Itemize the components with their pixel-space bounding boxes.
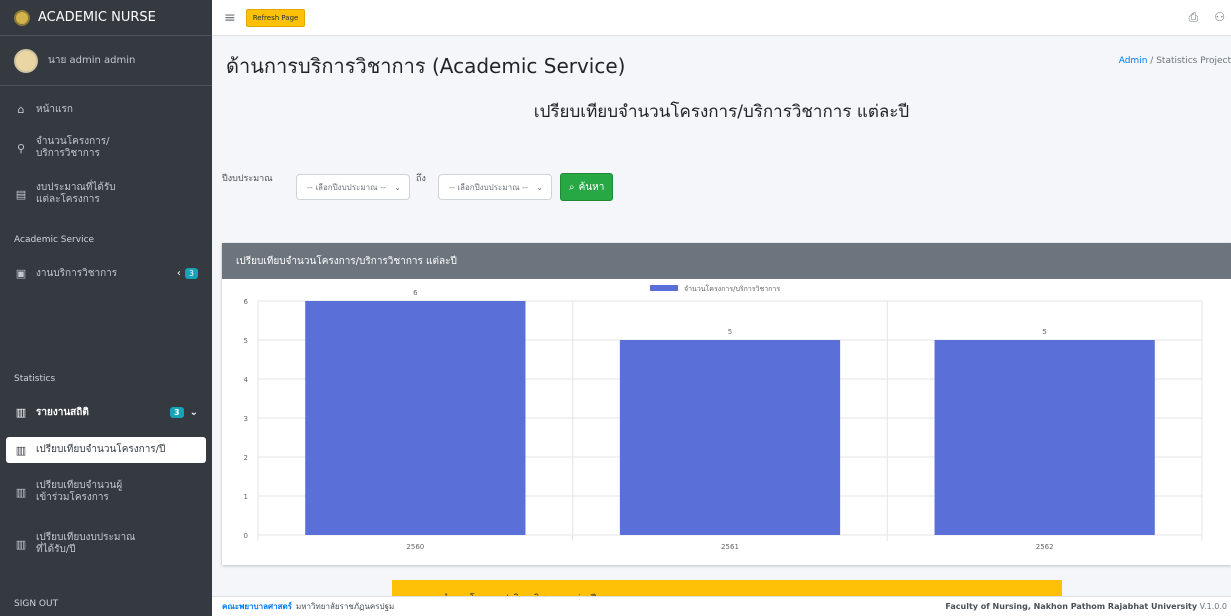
search-button[interactable]: ⌕ ค้นหา: [560, 173, 614, 201]
chart-card-header: เปรียบเทียบจำนวนโครงการ/บริการวิชาการ แต…: [222, 243, 1231, 279]
legend-swatch: [650, 285, 678, 291]
nav-header-service: Academic Service: [14, 235, 95, 245]
home-icon: ⌂: [17, 103, 25, 116]
breadcrumb-home-link[interactable]: Admin: [1119, 56, 1148, 66]
data-label: 6: [413, 289, 418, 297]
sidebar-item-label: หน้าแรก: [36, 103, 73, 115]
user-icon[interactable]: ⚇: [1214, 10, 1225, 25]
y-tick-label: 3: [244, 415, 248, 423]
sidebar-item-label: จำนวนโครงการ/บริการวิชาการ: [36, 136, 110, 159]
sidebar-item-stats[interactable]: ▥ รายงานสถิติ 3 ⌄: [0, 406, 212, 419]
nav-header-stats: Statistics: [14, 374, 56, 384]
top-navbar: ≡ Refresh Page ⎙ ⚇: [212, 0, 1231, 36]
to-year-value: -- เลือกปีงบประมาณ --: [449, 182, 528, 192]
chevron-down-icon: ⌄: [536, 183, 543, 192]
chart-area-icon: ▥: [15, 406, 27, 419]
search-icon: ⌕: [569, 181, 575, 193]
sidebar-item-home[interactable]: ⌂ หน้าแรก: [0, 103, 212, 116]
bar: [305, 301, 526, 535]
sidebar-subitem-compare-budget[interactable]: ▥ เปรียบเทียบงบประมาณที่ได้รับ/ปี: [0, 532, 212, 556]
service-badge: 3: [184, 268, 198, 279]
to-year-select[interactable]: -- เลือกปีงบประมาณ -- ⌄: [438, 174, 552, 200]
x-tick-label: 2561: [721, 543, 739, 551]
data-label: 5: [1042, 328, 1046, 336]
refresh-page-button[interactable]: Refresh Page: [245, 8, 306, 27]
y-tick-label: 4: [244, 376, 249, 384]
fiscal-year-label: ปีงบประมาณ: [222, 174, 273, 184]
page-title: ด้านการบริการวิชาการ (Academic Service): [226, 54, 626, 78]
brand-logo: [14, 9, 30, 26]
y-tick-label: 6: [244, 298, 249, 306]
chevron-left-icon: ‹: [176, 268, 181, 279]
sidebar-item-label: เปรียบเทียบจำนวนผู้เข้าร่วมโครงการ: [36, 480, 123, 503]
bar: [934, 340, 1155, 535]
top-icons: ⎙ ⚇: [1189, 10, 1225, 25]
footer-right: Faculty of Nursing, Nakhon Pathom Rajabh…: [945, 602, 1227, 611]
chart-area-icon: ▥: [15, 537, 27, 551]
sidebar-item-label: รายงานสถิติ: [36, 406, 89, 418]
money-icon: ▤: [15, 187, 27, 201]
from-year-select[interactable]: -- เลือกปีงบประมาณ -- ⌄: [296, 174, 410, 200]
y-tick-label: 1: [244, 493, 248, 501]
x-tick-label: 2562: [1036, 543, 1054, 551]
footer-university: มหาวิทยาลัยราชภัฏนครปฐม: [295, 602, 395, 611]
sidebar-item-label: เปรียบเทียบงบประมาณที่ได้รับ/ปี: [36, 532, 136, 555]
breadcrumb-current: Statistics Project: [1156, 56, 1231, 66]
sign-out-link[interactable]: SIGN OUT: [0, 599, 72, 609]
user-name: นาย admin admin: [48, 55, 136, 66]
footer-faculty: คณะพยาบาลศาสตร์: [222, 602, 292, 611]
footer: คณะพยาบาลศาสตร์ มหาวิทยาลัยราชภัฏนครปฐม …: [212, 596, 1231, 616]
bar: [619, 340, 841, 535]
y-tick-label: 5: [244, 337, 248, 345]
to-label: ถึง: [416, 174, 426, 184]
sidebar-item-label: งบประมาณที่ได้รับแต่ละโครงการ: [36, 182, 116, 205]
y-tick-label: 2: [244, 454, 248, 462]
sidebar-item-label: งานบริการวิชาการ: [36, 267, 118, 279]
briefcase-icon: ▣: [15, 267, 27, 280]
print-icon[interactable]: ⎙: [1189, 10, 1199, 25]
project-diagram-icon: ⚲: [16, 141, 26, 155]
data-label: 5: [728, 328, 732, 336]
chevron-down-icon: ⌄: [394, 183, 401, 192]
brand[interactable]: ACADEMIC NURSE: [0, 0, 212, 36]
sidebar-subitem-compare-participants[interactable]: ▥ เปรียบเทียบจำนวนผู้เข้าร่วมโครงการ: [0, 480, 212, 504]
chevron-down-icon: ⌄: [189, 407, 198, 418]
bar-chart: 0 1 2 3 4 5 6 6 2560 5 2561 5 2562 จำนวนโครงการ/บริกา…: [244, 284, 1203, 551]
search-button-label: ค้นหา: [578, 181, 605, 193]
x-tick-label: 2560: [406, 543, 424, 551]
sidebar-item-projects[interactable]: ⚲ จำนวนโครงการ/บริการวิชาการ: [0, 136, 212, 160]
breadcrumb: Admin / Statistics Project: [1119, 56, 1231, 66]
user-panel[interactable]: นาย admin admin: [0, 36, 212, 86]
brand-title: ACADEMIC NURSE: [38, 10, 156, 25]
sidebar-item-label: เปรียบเทียบจำนวนโครงการ/ปี: [36, 444, 166, 455]
footer-right-text: Faculty of Nursing, Nakhon Pathom Rajabh…: [945, 602, 1198, 611]
stats-badge: 3: [170, 407, 184, 418]
menu-toggle-icon[interactable]: ≡: [224, 10, 236, 26]
chart-heading: เปรียบเทียบจำนวนโครงการ/บริการวิชาการ แต…: [533, 102, 910, 122]
sidebar: ACADEMIC NURSE นาย admin admin ⌂ หน้าแรก…: [0, 0, 212, 616]
footer-version: V.1.0.0: [1199, 602, 1227, 611]
from-year-value: -- เลือกปีงบประมาณ --: [307, 182, 386, 192]
chart-card: เปรียบเทียบจำนวนโครงการ/บริการวิชาการ แต…: [222, 243, 1231, 565]
chart-area-icon: ▥: [15, 485, 27, 499]
main-content: ด้านการบริการวิชาการ (Academic Service) …: [212, 36, 1231, 616]
sidebar-subitem-compare-projects[interactable]: ▥ เปรียบเทียบจำนวนโครงการ/ปี: [6, 437, 206, 463]
breadcrumb-separator: /: [1150, 56, 1154, 66]
avatar: [14, 48, 38, 73]
legend-label: จำนวนโครงการ/บริการวิชาการ: [684, 284, 780, 293]
sidebar-item-budget[interactable]: ▤ งบประมาณที่ได้รับแต่ละโครงการ: [0, 182, 212, 206]
y-tick-label: 0: [244, 532, 248, 540]
sidebar-item-service[interactable]: ▣ งานบริการวิชาการ ‹ 3: [0, 267, 212, 280]
chart-area-icon: ▥: [15, 443, 27, 457]
chart-area: 0 1 2 3 4 5 6 6 2560 5 2561 5 2562 จำนวนโครงการ/บริกา…: [222, 279, 1231, 565]
